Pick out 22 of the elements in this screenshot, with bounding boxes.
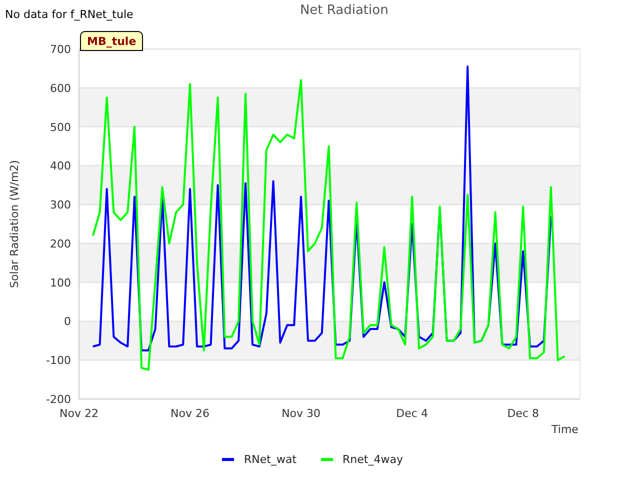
y-tick-label: 100: [50, 276, 71, 290]
y-tick-label: 0: [64, 315, 71, 328]
legend-label: RNet_wat: [244, 453, 297, 466]
x-tick-label: Dec 8: [507, 407, 539, 420]
y-tick-label: -200: [46, 393, 71, 406]
y-tick-label: 200: [50, 237, 71, 250]
y-tick-label: 300: [50, 198, 71, 212]
y-tick-label: 700: [50, 43, 71, 56]
x-tick-label: Nov 26: [170, 407, 210, 420]
x-tick-label: Nov 22: [60, 407, 98, 420]
y-tick-label: 500: [50, 120, 71, 134]
y-tick-label: -100: [46, 354, 71, 368]
y-axis-label: Solar Radiation (W/m2): [8, 160, 21, 288]
y-tick-label: 400: [50, 160, 71, 173]
x-axis-label: Time: [552, 423, 578, 436]
x-tick-label: Dec 4: [396, 407, 428, 420]
y-tick-label: 600: [50, 82, 71, 95]
no-data-note: No data for f_RNet_tule: [5, 8, 134, 21]
x-tick-label: Nov 30: [282, 407, 321, 420]
site-label: MB_tule: [80, 31, 144, 51]
legend-label: Rnet_4way: [342, 453, 403, 466]
chart-title: Net Radiation: [300, 3, 388, 18]
